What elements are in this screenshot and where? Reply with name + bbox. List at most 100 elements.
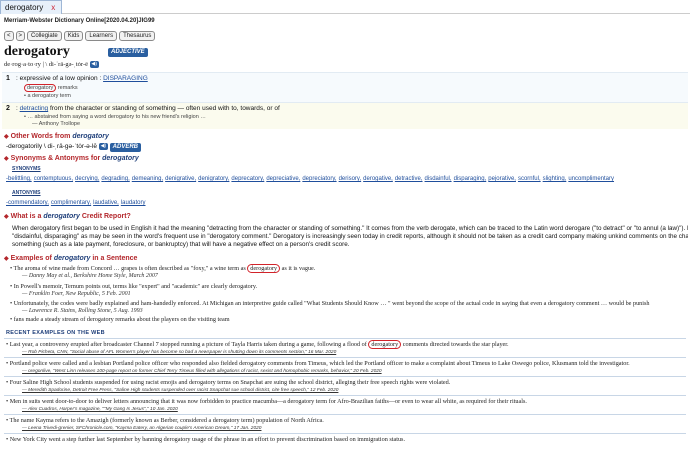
word-link[interactable]: pejorative,	[488, 176, 516, 182]
recent-source[interactable]: — oregonlive, "West Linn releases 100-pa…	[22, 369, 382, 374]
diamond-icon: ◆	[4, 156, 9, 162]
close-icon[interactable]: x	[51, 1, 55, 14]
word-link[interactable]: -belittling,	[6, 176, 32, 182]
example-sentence: • The aroma of wine made from Concord … …	[10, 264, 316, 273]
example-sentence: • fans made a steady stream of derogator…	[10, 316, 230, 323]
pron-text: de·rog·a·to·ry | \ di-ˈrä-gə-ˌtȯr-ē	[4, 61, 88, 68]
headword: derogatory	[4, 44, 70, 59]
recent-source[interactable]: — Leena Trivedi-grenier, SFChronicle.com…	[22, 426, 261, 431]
synonyms-label: SYNONYMS	[12, 166, 41, 172]
heading-word: derogatory	[53, 255, 91, 262]
word-link[interactable]: demeaning,	[132, 176, 163, 182]
synonym-list: -belittling, contemptuous, decrying, degrad…	[6, 176, 616, 182]
antonym-list: -commendatory, complimentary, laudative, la…	[6, 200, 148, 206]
recent-example: • Men in suits went door-to-door to deli…	[6, 398, 527, 405]
credit-paragraph-line: When derogatory first began to be used i…	[12, 225, 688, 232]
sense-def: : detracting from the character or stand…	[16, 105, 280, 112]
word-link[interactable]: laudatory	[121, 200, 146, 206]
examples-heading: ◆ Examples of derogatory in a Sentence	[4, 255, 137, 262]
highlight-mark: derogatory	[368, 340, 402, 349]
heading-text: Other Words from	[10, 133, 73, 140]
recent-example: • Last year, a controversy erupted after…	[6, 340, 509, 349]
example-text: • Last year, a controversy erupted after…	[6, 341, 369, 348]
word-link[interactable]: denigratory,	[198, 176, 229, 182]
example-sentence: • In Powell's memoir, Ternum points out,…	[10, 283, 258, 290]
recent-source[interactable]: — Meredith Spadorine, Detroit Free Press…	[22, 388, 338, 393]
credit-paragraph-line: something (such as a late payment, forec…	[12, 241, 350, 248]
derived-word: -derogatorily \ di-ˌrä-gə-ˈtȯr-ə-lē	[6, 143, 98, 151]
example-rest: remarks	[56, 85, 78, 91]
pronunciation: de·rog·a·to·ry | \ di-ˈrä-gə-ˌtȯr-ē ◀)	[4, 61, 99, 69]
word-link[interactable]: derisory,	[339, 176, 362, 182]
sense-number: 1	[6, 75, 10, 82]
divider	[4, 338, 686, 339]
word-link[interactable]: disdainful,	[425, 176, 452, 182]
recent-examples-heading: RECENT EXAMPLES ON THE WEB	[6, 330, 105, 336]
kids-button[interactable]: Kids	[63, 31, 84, 41]
quote-source: — Anthony Trollope	[32, 121, 81, 127]
recent-example: • New York City went a step further last…	[6, 436, 405, 443]
diamond-icon: ◆	[4, 256, 9, 262]
divider	[4, 395, 686, 396]
sense-2: 2 : detracting from the character or sta…	[2, 102, 688, 129]
back-button[interactable]: <	[4, 31, 14, 41]
word-link[interactable]: degrading,	[101, 176, 129, 182]
word-link[interactable]: denigrative,	[165, 176, 196, 182]
recent-example: • Portland police were called and a lesb…	[6, 360, 630, 367]
word-link[interactable]: deprecatory,	[231, 176, 264, 182]
word-link[interactable]: -commendatory,	[6, 200, 49, 206]
disparaging-link[interactable]: DISPARAGING	[103, 75, 148, 82]
sense-example: derogatory remarks	[24, 84, 78, 92]
word-link[interactable]: derogative,	[363, 176, 393, 182]
divider	[4, 357, 686, 358]
heading-text-post: in a Sentence	[90, 255, 138, 262]
thesaurus-button[interactable]: Thesaurus	[119, 31, 156, 41]
tab-derogatory[interactable]: derogatory x	[0, 0, 63, 14]
example-text-post: comments directed towards the star playe…	[401, 341, 509, 348]
word-link[interactable]: detractive,	[395, 176, 423, 182]
def-text: from the character or standing of someth…	[48, 105, 280, 112]
speaker-icon[interactable]: ◀)	[89, 61, 99, 69]
nav-bar: < > Collegiate Kids Learners Thesaurus	[4, 31, 156, 41]
credit-heading: ◆ What is a derogatory Credit Report?	[4, 213, 131, 220]
sense-1: 1 : expressive of a low opinion : DISPAR…	[2, 72, 688, 102]
heading-text-post: Credit Report?	[79, 213, 131, 220]
recent-source[interactable]: — Alex Cuadros, Harper's magazine, ""My …	[22, 407, 178, 412]
example-sentence: • Unfortunately, the codes were badly ex…	[10, 300, 650, 307]
syn-ant-heading: ◆ Synonyms & Antonyms for derogatory	[4, 155, 139, 162]
heading-word: derogatory	[102, 155, 139, 162]
word-link[interactable]: slighting,	[543, 176, 567, 182]
word-link[interactable]: depreciative,	[266, 176, 300, 182]
word-link[interactable]: disparaging,	[454, 176, 487, 182]
word-link[interactable]: complimentary,	[51, 200, 91, 206]
heading-text: What is a	[10, 213, 44, 220]
sense-quote: • … abstained from saying a word derogat…	[24, 114, 206, 120]
heading-word: derogatory	[43, 213, 80, 220]
highlight-mark: derogatory	[247, 264, 281, 273]
credit-paragraph-line: "disdainful, disparaging" as may be seen…	[12, 233, 688, 240]
word-link[interactable]: depreciatory,	[302, 176, 336, 182]
example-source: — Danny May et al., Berkshire Home Style…	[22, 273, 158, 279]
word-link[interactable]: scornful,	[518, 176, 541, 182]
sense-def: : expressive of a low opinion : DISPARAG…	[16, 75, 148, 82]
word-link[interactable]: contemptuous,	[34, 176, 73, 182]
example-text-post: as it is vague.	[280, 265, 316, 272]
antonyms-label: ANTONYMS	[12, 190, 41, 196]
pos-badge: ADJECTIVE	[108, 48, 148, 57]
def-text: : expressive of a low opinion :	[16, 75, 104, 82]
detracting-link[interactable]: detracting	[20, 105, 49, 112]
word-link[interactable]: uncomplimentary	[568, 176, 614, 182]
word-link[interactable]: laudative,	[93, 200, 119, 206]
heading-word: derogatory	[72, 133, 109, 140]
collegiate-button[interactable]: Collegiate	[27, 31, 62, 41]
sense-example-2: • a derogatory term	[24, 93, 71, 99]
forward-button[interactable]: >	[15, 31, 26, 41]
other-words-heading: ◆ Other Words from derogatory	[4, 133, 109, 140]
adverb-badge: ADVERB	[109, 143, 141, 153]
speaker-icon[interactable]: ◀)	[98, 143, 108, 150]
diamond-icon: ◆	[4, 214, 9, 220]
learners-button[interactable]: Learners	[85, 31, 118, 41]
recent-source[interactable]: — Rob Picheta, CNN, "Social abuse of AFL…	[22, 350, 336, 355]
tab-title: derogatory	[5, 3, 44, 12]
word-link[interactable]: decrying,	[75, 176, 99, 182]
